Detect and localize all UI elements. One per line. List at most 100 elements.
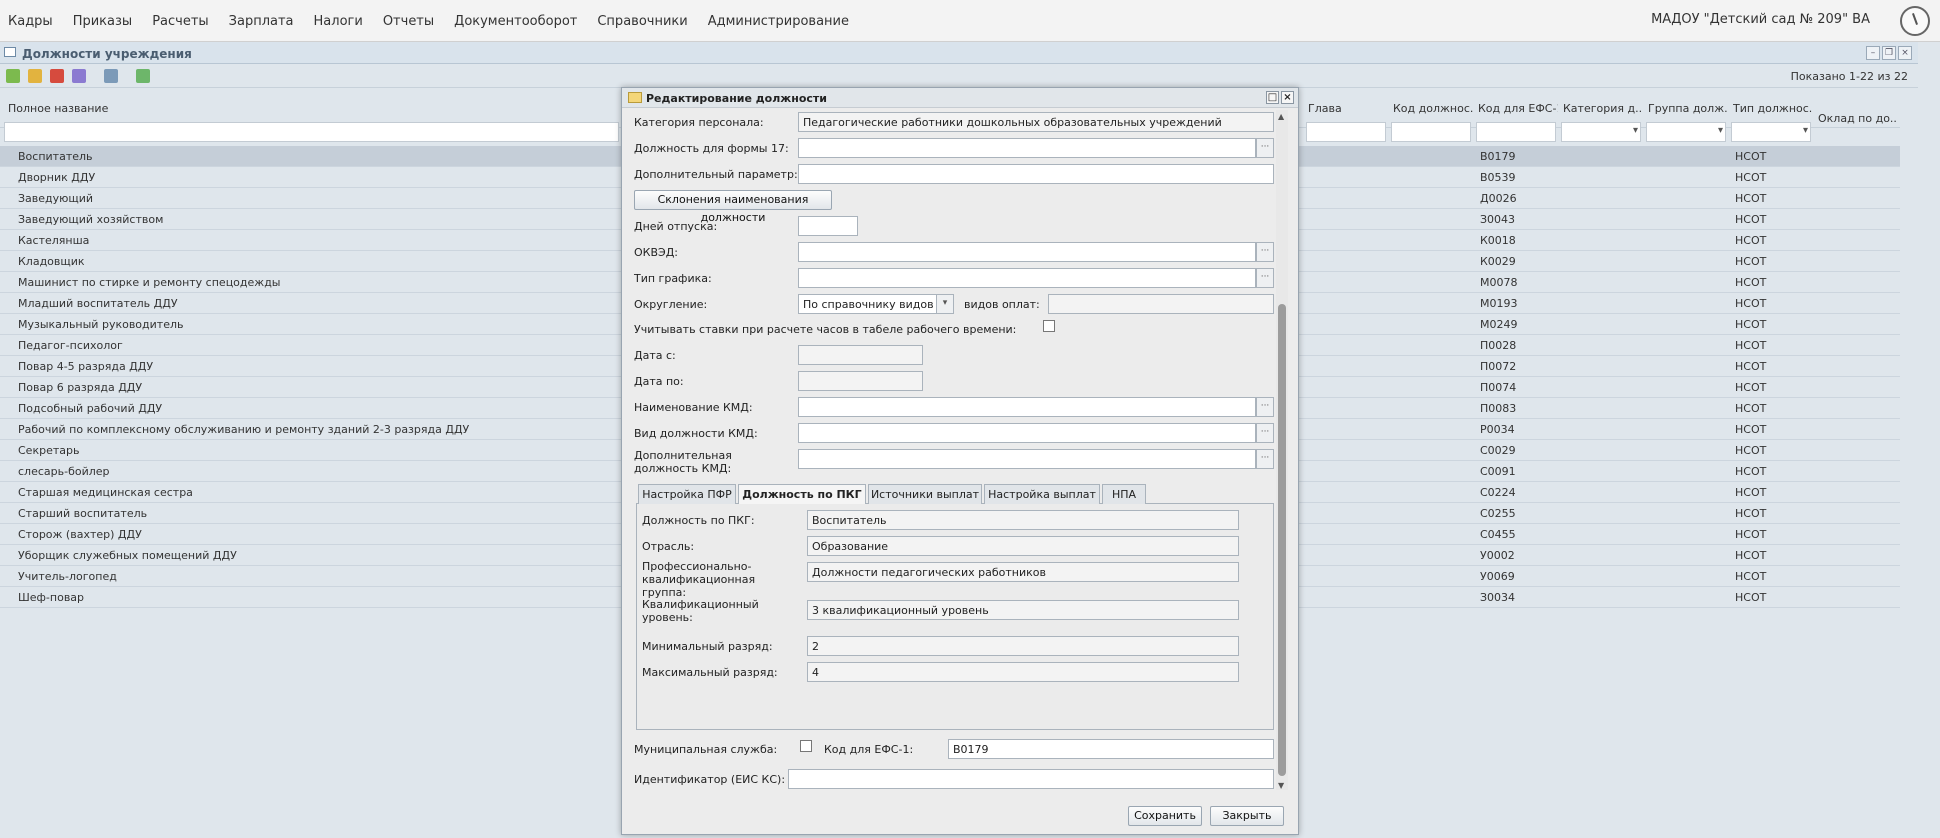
pay-types-field[interactable] bbox=[1048, 294, 1274, 314]
filter-type[interactable] bbox=[1731, 122, 1811, 142]
kmd-extra-picker-icon[interactable]: ··· bbox=[1256, 449, 1274, 469]
tab-pkg-position[interactable]: Должность по ПКГ bbox=[738, 484, 866, 506]
extra-param-label: Дополнительный параметр: bbox=[634, 168, 798, 181]
menu-item-spravochniki[interactable]: Справочники bbox=[597, 14, 687, 29]
row-efs-code: С0029 bbox=[1480, 444, 1516, 457]
print-menu-icon[interactable] bbox=[104, 69, 118, 83]
close-button[interactable]: Закрыть bbox=[1210, 806, 1284, 826]
col-type[interactable]: Тип должнос... bbox=[1733, 102, 1813, 115]
minimize-icon[interactable]: – bbox=[1866, 46, 1880, 60]
filter-full-name[interactable] bbox=[4, 122, 619, 142]
tab-payment-settings[interactable]: Настройка выплат bbox=[984, 484, 1100, 505]
menu-item-zarplata[interactable]: Зарплата bbox=[229, 14, 294, 29]
col-full-name[interactable]: Полное название bbox=[8, 102, 108, 115]
okved-field[interactable] bbox=[798, 242, 1256, 262]
menu-item-prikazy[interactable]: Приказы bbox=[73, 14, 132, 29]
efs-code-field[interactable]: В0179 bbox=[948, 739, 1274, 759]
scroll-down-icon[interactable]: ▼ bbox=[1278, 781, 1284, 790]
col-pos-code[interactable]: Код должнос... bbox=[1393, 102, 1473, 115]
col-group[interactable]: Группа долж... bbox=[1648, 102, 1728, 115]
okved-picker-icon[interactable]: ··· bbox=[1256, 242, 1274, 262]
menu-item-dokumentooborot[interactable]: Документооборот bbox=[454, 14, 577, 29]
close-icon[interactable]: × bbox=[1898, 46, 1912, 60]
tab-payment-sources[interactable]: Источники выплат bbox=[868, 484, 982, 505]
row-name: Шеф-повар bbox=[18, 591, 85, 604]
category-field[interactable]: Педагогические работники дошкольных обра… bbox=[798, 112, 1274, 132]
window-controls: – ❐ × bbox=[1866, 46, 1912, 60]
save-button[interactable]: Сохранить bbox=[1128, 806, 1202, 826]
menu-item-nalogi[interactable]: Налоги bbox=[314, 14, 363, 29]
row-efs-code: З0034 bbox=[1480, 591, 1516, 604]
min-grade-field[interactable]: 2 bbox=[807, 636, 1239, 656]
rounding-dropdown-icon[interactable]: ▾ bbox=[936, 294, 954, 314]
col-category[interactable]: Категория д... bbox=[1563, 102, 1643, 115]
row-name: Педагог-психолог bbox=[18, 339, 123, 352]
declensions-button[interactable]: Склонения наименования должности bbox=[634, 190, 832, 224]
vacation-days-field[interactable] bbox=[798, 216, 858, 236]
col-head[interactable]: Глава bbox=[1308, 102, 1342, 115]
filter-group[interactable] bbox=[1646, 122, 1726, 142]
menu-item-kadry[interactable]: Кадры bbox=[8, 14, 53, 29]
row-efs-code: П0074 bbox=[1480, 381, 1517, 394]
actions-menu-icon[interactable] bbox=[72, 69, 86, 83]
row-type: НСОТ bbox=[1735, 423, 1767, 436]
maximize-icon[interactable]: □ bbox=[1266, 91, 1279, 104]
municipal-checkbox[interactable] bbox=[800, 740, 812, 752]
form17-label: Должность для формы 17: bbox=[634, 142, 789, 155]
kmd-name-picker-icon[interactable]: ··· bbox=[1256, 397, 1274, 417]
qual-level-field[interactable]: 3 квалификационный уровень bbox=[807, 600, 1239, 620]
branch-field[interactable]: Образование bbox=[807, 536, 1239, 556]
refresh-icon[interactable] bbox=[136, 69, 150, 83]
date-to-field[interactable] bbox=[798, 371, 923, 391]
pkg-group-field[interactable]: Должности педагогических работников bbox=[807, 562, 1239, 582]
schedule-type-field[interactable] bbox=[798, 268, 1256, 288]
row-efs-code: К0029 bbox=[1480, 255, 1516, 268]
kmd-kind-field[interactable] bbox=[798, 423, 1256, 443]
kmd-name-field[interactable] bbox=[798, 397, 1256, 417]
pkg-tab-panel: Должность по ПКГ: Воспитатель Отрасль: О… bbox=[636, 504, 1274, 730]
close-icon[interactable]: × bbox=[1281, 91, 1294, 104]
kmd-kind-picker-icon[interactable]: ··· bbox=[1256, 423, 1274, 443]
extra-param-field[interactable] bbox=[798, 164, 1274, 184]
form17-field[interactable] bbox=[798, 138, 1256, 158]
date-from-field[interactable] bbox=[798, 345, 923, 365]
row-type: НСОТ bbox=[1735, 255, 1767, 268]
row-type: НСОТ bbox=[1735, 297, 1767, 310]
form17-picker-icon[interactable]: ··· bbox=[1256, 138, 1274, 158]
window-title-bar: Должности учреждения bbox=[0, 42, 1918, 64]
row-efs-code: П0083 bbox=[1480, 402, 1517, 415]
menu-item-administrirovanie[interactable]: Администрирование bbox=[708, 14, 849, 29]
pkg-group-label: Профессионально-квалификационная группа: bbox=[642, 560, 756, 599]
filter-efs-code[interactable] bbox=[1476, 122, 1556, 142]
pkg-position-field[interactable]: Воспитатель bbox=[807, 510, 1239, 530]
scroll-thumb[interactable] bbox=[1278, 304, 1286, 776]
row-name: Дворник ДДУ bbox=[18, 171, 96, 184]
add-icon[interactable] bbox=[6, 69, 20, 83]
col-efs-code[interactable]: Код для ЕФС-1 bbox=[1478, 102, 1558, 115]
logout-icon[interactable] bbox=[1900, 6, 1930, 36]
row-type: НСОТ bbox=[1735, 360, 1767, 373]
menu-item-otchety[interactable]: Отчеты bbox=[383, 14, 434, 29]
rounding-select[interactable]: По справочнику видов оплат bbox=[798, 294, 938, 314]
filter-pos-code[interactable] bbox=[1391, 122, 1471, 142]
schedule-type-picker-icon[interactable]: ··· bbox=[1256, 268, 1274, 288]
row-type: НСОТ bbox=[1735, 486, 1767, 499]
dialog-scrollbar[interactable]: ▲ ▼ bbox=[1276, 110, 1288, 790]
max-grade-field[interactable]: 4 bbox=[807, 662, 1239, 682]
filter-category[interactable] bbox=[1561, 122, 1641, 142]
menu-item-raschety[interactable]: Расчеты bbox=[152, 14, 208, 29]
filter-head[interactable] bbox=[1306, 122, 1386, 142]
row-efs-code: С0455 bbox=[1480, 528, 1516, 541]
tab-npa[interactable]: НПА bbox=[1102, 484, 1146, 505]
row-type: НСОТ bbox=[1735, 549, 1767, 562]
kmd-extra-field[interactable] bbox=[798, 449, 1256, 469]
pay-types-label: видов оплат: bbox=[964, 298, 1040, 311]
row-type: НСОТ bbox=[1735, 234, 1767, 247]
scroll-up-icon[interactable]: ▲ bbox=[1278, 112, 1284, 121]
delete-icon[interactable] bbox=[50, 69, 64, 83]
eis-id-field[interactable] bbox=[788, 769, 1274, 789]
tab-pfr-settings[interactable]: Настройка ПФР bbox=[638, 484, 736, 505]
restore-icon[interactable]: ❐ bbox=[1882, 46, 1896, 60]
edit-icon[interactable] bbox=[28, 69, 42, 83]
rates-checkbox[interactable] bbox=[1043, 320, 1055, 332]
